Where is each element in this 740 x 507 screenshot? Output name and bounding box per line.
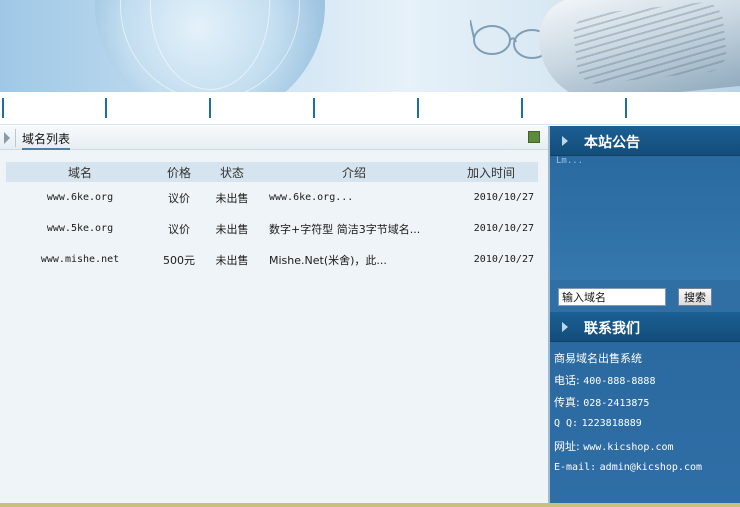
email-link[interactable]: admin@kicshop.com <box>600 462 702 473</box>
phone-label: 电话: <box>554 374 580 387</box>
website-label: 网址: <box>554 440 580 453</box>
phone-value: 400-888-8888 <box>583 376 656 387</box>
status-cell: 未出售 <box>215 253 249 267</box>
date-cell: 2010/10/27 <box>473 223 534 234</box>
nav-separator <box>625 98 627 118</box>
nav-separator <box>521 98 523 118</box>
column-header-status: 状态 <box>219 165 244 180</box>
domain-table: 域名 价格 状态 介绍 加入时间 www.6ke.org 议价 未出售 www.… <box>6 162 538 275</box>
price-cell: 500元 <box>163 253 195 267</box>
qq-line: Q Q: 1223818889 <box>554 416 642 429</box>
column-header-price: 价格 <box>166 165 191 180</box>
intro-cell: www.6ke.org... <box>269 192 354 203</box>
nav-separator <box>417 98 419 118</box>
header-banner <box>0 0 740 92</box>
footer-divider <box>0 503 740 507</box>
divider <box>15 129 16 147</box>
fax-label: 传真: <box>554 396 580 409</box>
domain-list-panel: 域名列表 域名 价格 状态 介绍 加入时间 www.6ke.org 议价 未出售… <box>0 126 548 503</box>
qq-value: 1223818889 <box>581 418 642 429</box>
price-cell: 议价 <box>168 191 190 205</box>
status-cell: 未出售 <box>215 191 249 205</box>
arrow-right-icon <box>562 136 568 146</box>
table-row: www.5ke.org 议价 未出售 数字+字符型 简洁3字节域名... 201… <box>6 213 538 244</box>
search-input[interactable] <box>558 288 666 306</box>
arrow-right-icon <box>4 132 10 144</box>
column-header-intro: 介绍 <box>341 165 366 180</box>
sidebar: 本站公告 Lm... 搜索 联系我们 商易域名出售系统 电话: 400-888-… <box>548 126 740 503</box>
more-icon[interactable] <box>528 131 540 143</box>
nav-separator <box>313 98 315 118</box>
nav-separator <box>105 98 107 118</box>
notice-title: 本站公告 <box>584 135 640 151</box>
intro-cell: Mishe.Net(米舍)，此... <box>269 253 387 267</box>
email-line: E-mail: admin@kicshop.com <box>554 460 702 473</box>
table-row: www.mishe.net 500元 未出售 Mishe.Net(米舍)，此..… <box>6 244 538 275</box>
fax-value: 028-2413875 <box>583 398 650 409</box>
notice-header: 本站公告 <box>550 126 740 156</box>
notice-content: Lm... <box>550 156 740 280</box>
domain-list-title: 域名列表 <box>22 130 71 150</box>
column-header-date: 加入时间 <box>466 165 515 180</box>
domain-list-header: 域名列表 <box>0 126 548 150</box>
domain-link[interactable]: www.mishe.net <box>6 254 154 265</box>
column-header-domain: 域名 <box>67 165 92 180</box>
site-name: 商易域名出售系统 <box>554 352 642 365</box>
status-cell: 未出售 <box>215 222 249 236</box>
website-link[interactable]: www.kicshop.com <box>583 442 673 453</box>
price-cell: 议价 <box>168 222 190 236</box>
contact-title: 联系我们 <box>584 321 640 337</box>
search-bar: 搜索 <box>550 280 740 312</box>
nav-separator <box>209 98 211 118</box>
domain-link[interactable]: www.6ke.org <box>6 192 154 203</box>
website-line: 网址: www.kicshop.com <box>554 438 674 454</box>
phone-line: 电话: 400-888-8888 <box>554 372 655 388</box>
date-cell: 2010/10/27 <box>473 192 534 203</box>
nav-separator <box>2 98 4 118</box>
notice-text: Lm... <box>556 156 584 166</box>
search-button[interactable]: 搜索 <box>678 288 712 306</box>
nav-bar <box>0 92 740 125</box>
intro-cell: 数字+字符型 简洁3字节域名... <box>269 222 421 236</box>
fax-line: 传真: 028-2413875 <box>554 394 649 410</box>
contact-content: 商易域名出售系统 电话: 400-888-8888 传真: 028-241387… <box>550 342 740 503</box>
domain-link[interactable]: www.5ke.org <box>6 223 154 234</box>
table-row: www.6ke.org 议价 未出售 www.6ke.org... 2010/1… <box>6 182 538 213</box>
email-label: E-mail: <box>554 462 597 473</box>
contact-header: 联系我们 <box>550 312 740 342</box>
arrow-right-icon <box>562 322 568 332</box>
table-header: 域名 价格 状态 介绍 加入时间 <box>6 162 538 182</box>
date-cell: 2010/10/27 <box>473 254 534 265</box>
qq-label: Q Q: <box>554 418 579 429</box>
